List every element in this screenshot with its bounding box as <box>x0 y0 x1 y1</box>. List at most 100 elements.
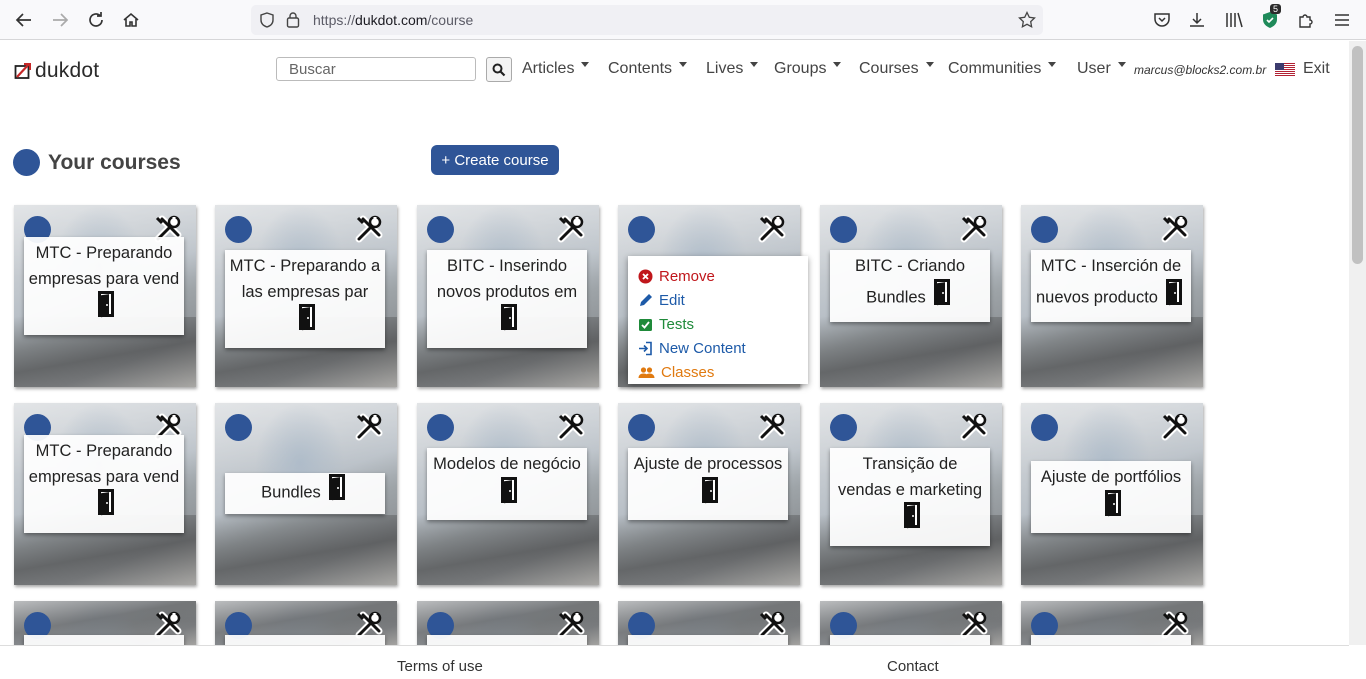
course-card[interactable] <box>14 601 196 645</box>
logo[interactable]: dukdot <box>14 59 99 83</box>
course-card[interactable]: BITC - Criando Bundles <box>820 205 1002 387</box>
course-title[interactable]: Ajuste de processos <box>628 448 788 520</box>
terms-link[interactable]: Terms of use <box>397 658 483 675</box>
course-title[interactable] <box>830 635 990 645</box>
course-title[interactable]: MTC - Preparando a las empresas par <box>225 250 385 348</box>
scrollbar-thumb[interactable] <box>1352 46 1363 264</box>
door-enter-icon[interactable] <box>1103 489 1125 526</box>
download-icon[interactable] <box>1186 9 1208 31</box>
remove-icon <box>638 269 653 283</box>
search-input[interactable] <box>276 57 476 81</box>
course-card[interactable]: Ajuste de portfólios <box>1021 403 1203 585</box>
course-status-dot-icon <box>225 216 252 243</box>
bookmark-star-icon[interactable] <box>1018 11 1036 29</box>
extension-shield-icon[interactable]: 5 <box>1259 4 1282 31</box>
course-card[interactable]: Bundles <box>215 403 397 585</box>
door-enter-icon[interactable] <box>96 488 118 525</box>
course-card[interactable] <box>618 601 800 645</box>
door-enter-icon[interactable] <box>499 303 521 340</box>
course-card[interactable] <box>1021 601 1203 645</box>
tools-icon[interactable] <box>555 411 587 443</box>
course-card[interactable]: MTC - Preparando empresas para vend <box>14 403 196 585</box>
create-course-button[interactable]: + Create course <box>431 145 559 175</box>
reload-icon[interactable] <box>84 8 108 32</box>
course-title[interactable]: MTC - Preparando empresas para vend <box>24 237 184 335</box>
home-icon[interactable] <box>119 8 143 32</box>
tools-icon[interactable] <box>353 213 385 245</box>
tools-icon[interactable] <box>353 411 385 443</box>
tools-icon[interactable] <box>756 411 788 443</box>
course-card[interactable] <box>417 601 599 645</box>
door-enter-icon[interactable] <box>96 290 118 327</box>
tools-icon[interactable] <box>1159 411 1191 443</box>
course-card[interactable]: Transição de vendas e marketing <box>820 403 1002 585</box>
extensions-puzzle-icon[interactable] <box>1295 9 1317 31</box>
menu-item-edit[interactable]: Edit <box>628 288 808 312</box>
page-content: dukdot Articles Contents Lives Groups Co… <box>0 41 1349 645</box>
lock-icon[interactable] <box>286 11 300 28</box>
course-title[interactable]: MTC - Preparando empresas para vend <box>24 435 184 533</box>
menu-hamburger-icon[interactable] <box>1331 9 1353 31</box>
door-enter-icon[interactable] <box>902 501 924 538</box>
course-title[interactable]: Transição de vendas e marketing <box>830 448 990 546</box>
course-status-dot-icon <box>225 414 252 441</box>
course-title-text: Transição de vendas e marketing <box>838 455 982 499</box>
course-title[interactable]: Ajuste de portfólios <box>1031 461 1191 533</box>
menu-communities[interactable]: Communities <box>948 60 1057 78</box>
library-icon[interactable] <box>1223 9 1245 31</box>
course-card[interactable] <box>820 601 1002 645</box>
menu-item-tests[interactable]: Tests <box>628 312 808 336</box>
menu-item-classes[interactable]: Classes <box>628 360 808 384</box>
course-card[interactable]: MTC - Preparando a las empresas par <box>215 205 397 387</box>
door-enter-icon[interactable] <box>297 303 319 340</box>
tools-icon[interactable] <box>958 411 990 443</box>
course-card[interactable]: Modelos de negócio <box>417 403 599 585</box>
us-flag-icon[interactable] <box>1275 63 1295 76</box>
course-title[interactable]: MTC - Inserción de nuevos producto <box>1031 250 1191 322</box>
menu-courses[interactable]: Courses <box>859 60 934 78</box>
back-icon[interactable] <box>12 8 36 32</box>
browser-toolbar: https://dukdot.com/course 5 <box>0 0 1366 40</box>
course-title[interactable]: Bundles <box>225 473 385 514</box>
menu-item-remove[interactable]: Remove <box>628 264 808 288</box>
door-enter-icon[interactable] <box>1164 278 1186 315</box>
door-enter-icon[interactable] <box>932 278 954 315</box>
course-title[interactable]: Modelos de negócio <box>427 448 587 520</box>
menu-item-new-content[interactable]: New Content <box>628 336 808 360</box>
pocket-icon[interactable] <box>1151 9 1173 31</box>
course-title[interactable]: BITC - Inserindo novos produtos em <box>427 250 587 348</box>
shield-icon[interactable] <box>259 12 275 28</box>
chevron-down-icon <box>750 62 759 68</box>
search-button[interactable] <box>486 57 512 82</box>
contact-link[interactable]: Contact <box>887 658 939 675</box>
tools-icon[interactable] <box>756 213 788 245</box>
menu-user[interactable]: User <box>1077 60 1126 78</box>
course-title[interactable] <box>1031 635 1191 645</box>
exit-link[interactable]: Exit <box>1303 60 1330 78</box>
course-title[interactable]: BITC - Criando Bundles <box>830 250 990 322</box>
url-bar[interactable]: https://dukdot.com/course <box>251 5 1043 35</box>
course-card[interactable]: MTC - Preparando empresas para vend <box>14 205 196 387</box>
menu-lives[interactable]: Lives <box>706 60 759 78</box>
door-enter-icon[interactable] <box>700 476 722 513</box>
tools-icon[interactable] <box>958 213 990 245</box>
course-title[interactable] <box>628 635 788 645</box>
course-title-text: Ajuste de portfólios <box>1040 468 1182 486</box>
menu-articles[interactable]: Articles <box>522 60 590 78</box>
course-card[interactable]: Ajuste de processos <box>618 403 800 585</box>
tools-icon[interactable] <box>1159 213 1191 245</box>
forward-icon[interactable] <box>48 8 72 32</box>
course-title[interactable] <box>427 635 587 645</box>
chevron-down-icon <box>925 62 934 68</box>
tools-icon[interactable] <box>555 213 587 245</box>
door-enter-icon[interactable] <box>327 473 349 510</box>
course-status-dot-icon <box>830 216 857 243</box>
course-card[interactable]: BITC - Inserindo novos produtos em <box>417 205 599 387</box>
menu-contents[interactable]: Contents <box>608 60 688 78</box>
menu-groups[interactable]: Groups <box>774 60 842 78</box>
course-card[interactable] <box>215 601 397 645</box>
course-card[interactable]: MTC - Inserción de nuevos producto <box>1021 205 1203 387</box>
course-title[interactable] <box>24 635 184 645</box>
course-title[interactable] <box>225 635 385 645</box>
door-enter-icon[interactable] <box>499 476 521 513</box>
